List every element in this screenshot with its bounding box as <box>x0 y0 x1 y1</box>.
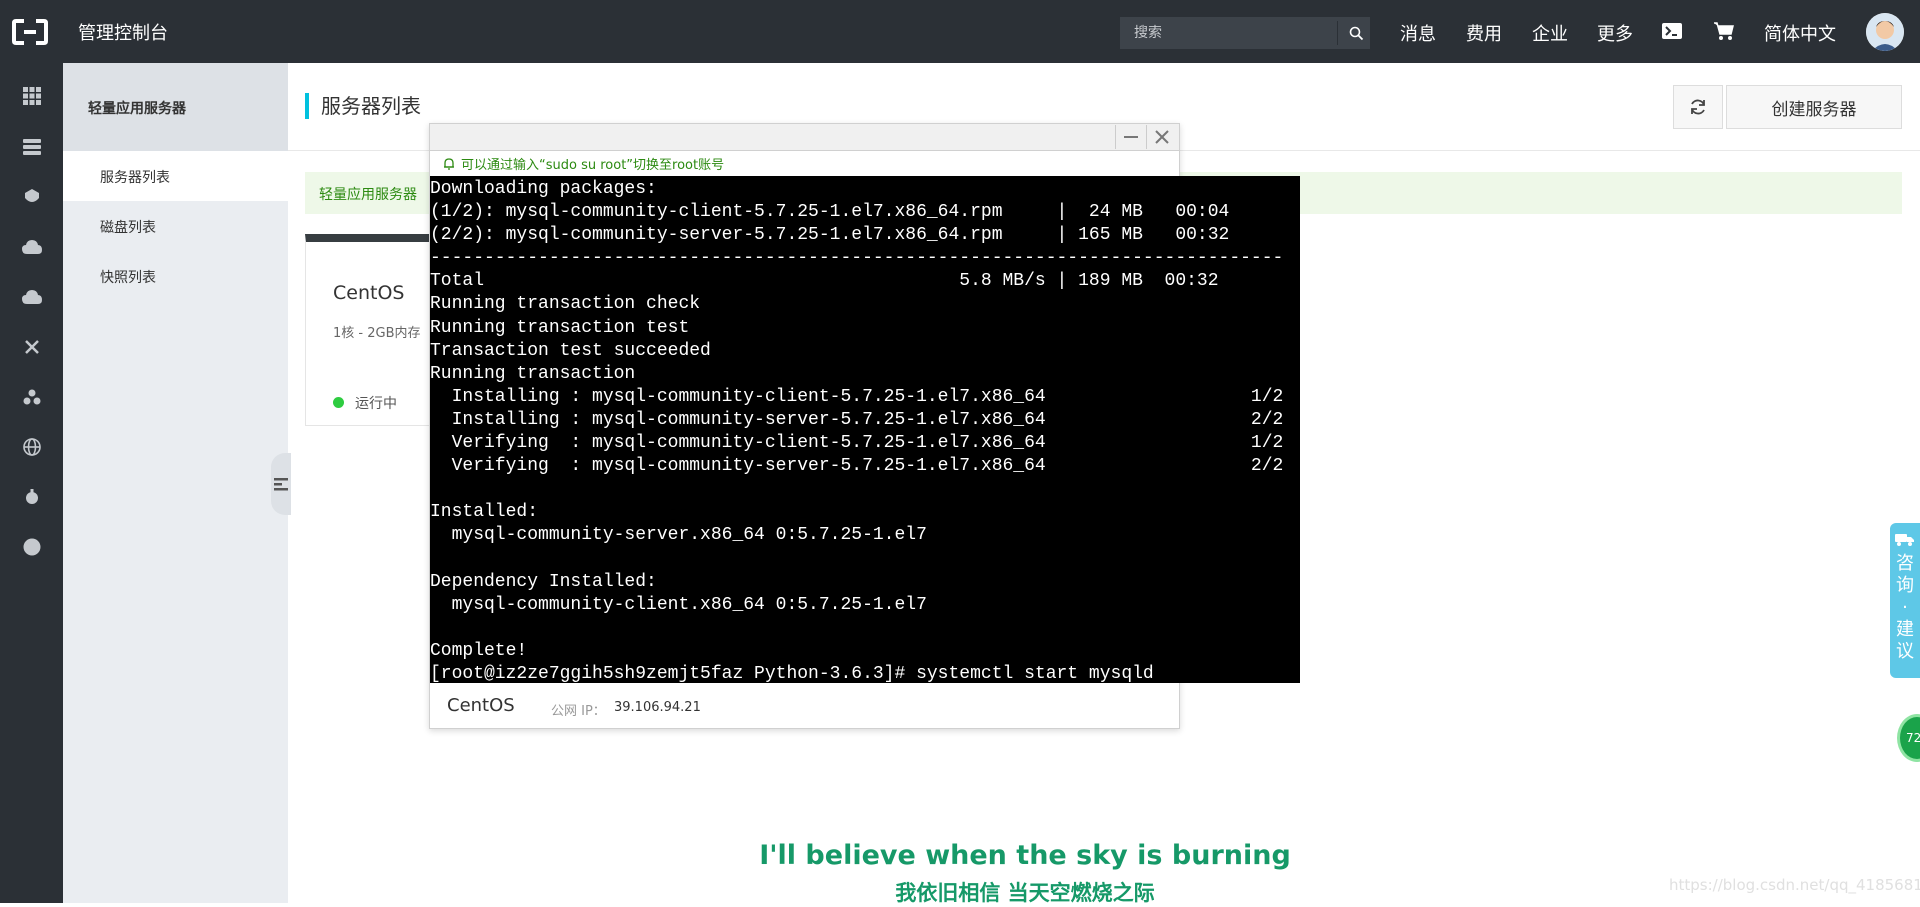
server-status: 运行中 <box>355 396 397 412</box>
sidebar-item-label: 快照列表 <box>100 270 156 286</box>
search-divider <box>1337 21 1338 45</box>
lightweight-server-icon[interactable] <box>18 183 45 210</box>
sidebar-collapse-toggle[interactable] <box>271 453 291 515</box>
sidebar-heading-label: 轻量应用服务器 <box>88 101 186 117</box>
console-title[interactable]: 管理控制台 <box>78 19 168 45</box>
search-icon[interactable] <box>1342 17 1370 49</box>
sidebar-item-server-list[interactable]: 服务器列表 <box>63 151 288 201</box>
ssh-remote-window: 可以通过输入“sudo su root”切换至root账号 Downloadin… <box>429 123 1300 729</box>
nav-enterprise[interactable]: 企业 <box>1532 20 1568 46</box>
nav-messages[interactable]: 消息 <box>1400 20 1436 46</box>
close-icon[interactable] <box>1146 125 1176 149</box>
grid-icon[interactable] <box>18 82 45 109</box>
terminal-output[interactable]: Downloading packages: (1/2): mysql-commu… <box>430 176 1300 686</box>
server-card[interactable]: CentOS 1核 - 2GB内存 运行中 <box>305 234 435 426</box>
settings-icon[interactable] <box>18 483 45 510</box>
sidebar-heading: 轻量应用服务器 <box>63 63 288 151</box>
top-navbar: 管理控制台 消息 费用 企业 更多 简体中文 <box>0 0 1920 63</box>
sidebar-item-disk-list[interactable]: 磁盘列表 <box>63 201 288 251</box>
ssh-footer: CentOS 公网 IP： 39.106.94.21 <box>430 683 1179 728</box>
bell-icon <box>444 158 454 170</box>
root-hint: 可以通过输入“sudo su root”切换至root账号 <box>443 154 724 173</box>
globe-icon[interactable] <box>18 433 45 460</box>
aliyun-logo-icon[interactable] <box>12 19 48 45</box>
ssh-titlebar[interactable] <box>430 124 1179 151</box>
blog-watermark: https://blog.csdn.net/qq_41856814 <box>1669 876 1920 894</box>
sidebar-item-snapshot-list[interactable]: 快照列表 <box>63 251 288 301</box>
sidebar: 轻量应用服务器 服务器列表 磁盘列表 快照列表 <box>63 63 288 903</box>
terminal-icon[interactable] <box>1660 19 1684 43</box>
consult-text: 咨询·建议 <box>1896 553 1914 662</box>
server-spec: 1核 - 2GB内存 <box>333 326 421 341</box>
nav-more[interactable]: 更多 <box>1597 20 1633 46</box>
subtitle-english: I'll believe when the sky is burning <box>759 840 1291 871</box>
search-box[interactable] <box>1120 17 1370 49</box>
language-switch[interactable]: 简体中文 <box>1764 20 1836 46</box>
circle-icon[interactable] <box>18 533 45 560</box>
sidebar-item-label: 磁盘列表 <box>100 220 156 236</box>
speed-badge[interactable]: 72 <box>1897 714 1920 762</box>
truck-icon <box>1895 531 1915 547</box>
cloud-icon[interactable] <box>18 283 45 310</box>
create-server-button[interactable]: 创建服务器 <box>1726 85 1902 129</box>
cart-icon[interactable] <box>1712 19 1736 43</box>
public-ip: 39.106.94.21 <box>614 700 701 715</box>
minimize-icon[interactable] <box>1115 125 1145 149</box>
consult-suggest-widget[interactable]: 咨询·建议 <box>1890 523 1920 678</box>
cluster-icon[interactable] <box>18 383 45 410</box>
user-avatar[interactable] <box>1866 13 1904 51</box>
refresh-button[interactable] <box>1673 85 1723 129</box>
product-icon-rail <box>0 63 63 903</box>
badge-value: 72 <box>1906 731 1920 745</box>
footer-os: CentOS <box>447 695 515 716</box>
terminal[interactable]: Downloading packages: (1/2): mysql-commu… <box>430 176 1300 686</box>
search-input[interactable] <box>1120 17 1325 49</box>
status-dot <box>333 397 344 408</box>
notice-text: 轻量应用服务器 <box>319 187 417 203</box>
refresh-icon <box>1691 99 1705 115</box>
collapse-icon <box>274 478 288 491</box>
cloud-upload-icon[interactable] <box>18 233 45 260</box>
server-icon[interactable] <box>18 133 45 160</box>
nav-billing[interactable]: 费用 <box>1466 20 1502 46</box>
server-os[interactable]: CentOS <box>333 282 404 304</box>
sidebar-item-label: 服务器列表 <box>100 170 170 186</box>
ip-label: 公网 IP： <box>551 704 606 719</box>
page-title: 服务器列表 <box>305 93 421 119</box>
network-icon[interactable] <box>18 333 45 360</box>
root-hint-text: 可以通过输入“sudo su root”切换至root账号 <box>461 158 725 173</box>
